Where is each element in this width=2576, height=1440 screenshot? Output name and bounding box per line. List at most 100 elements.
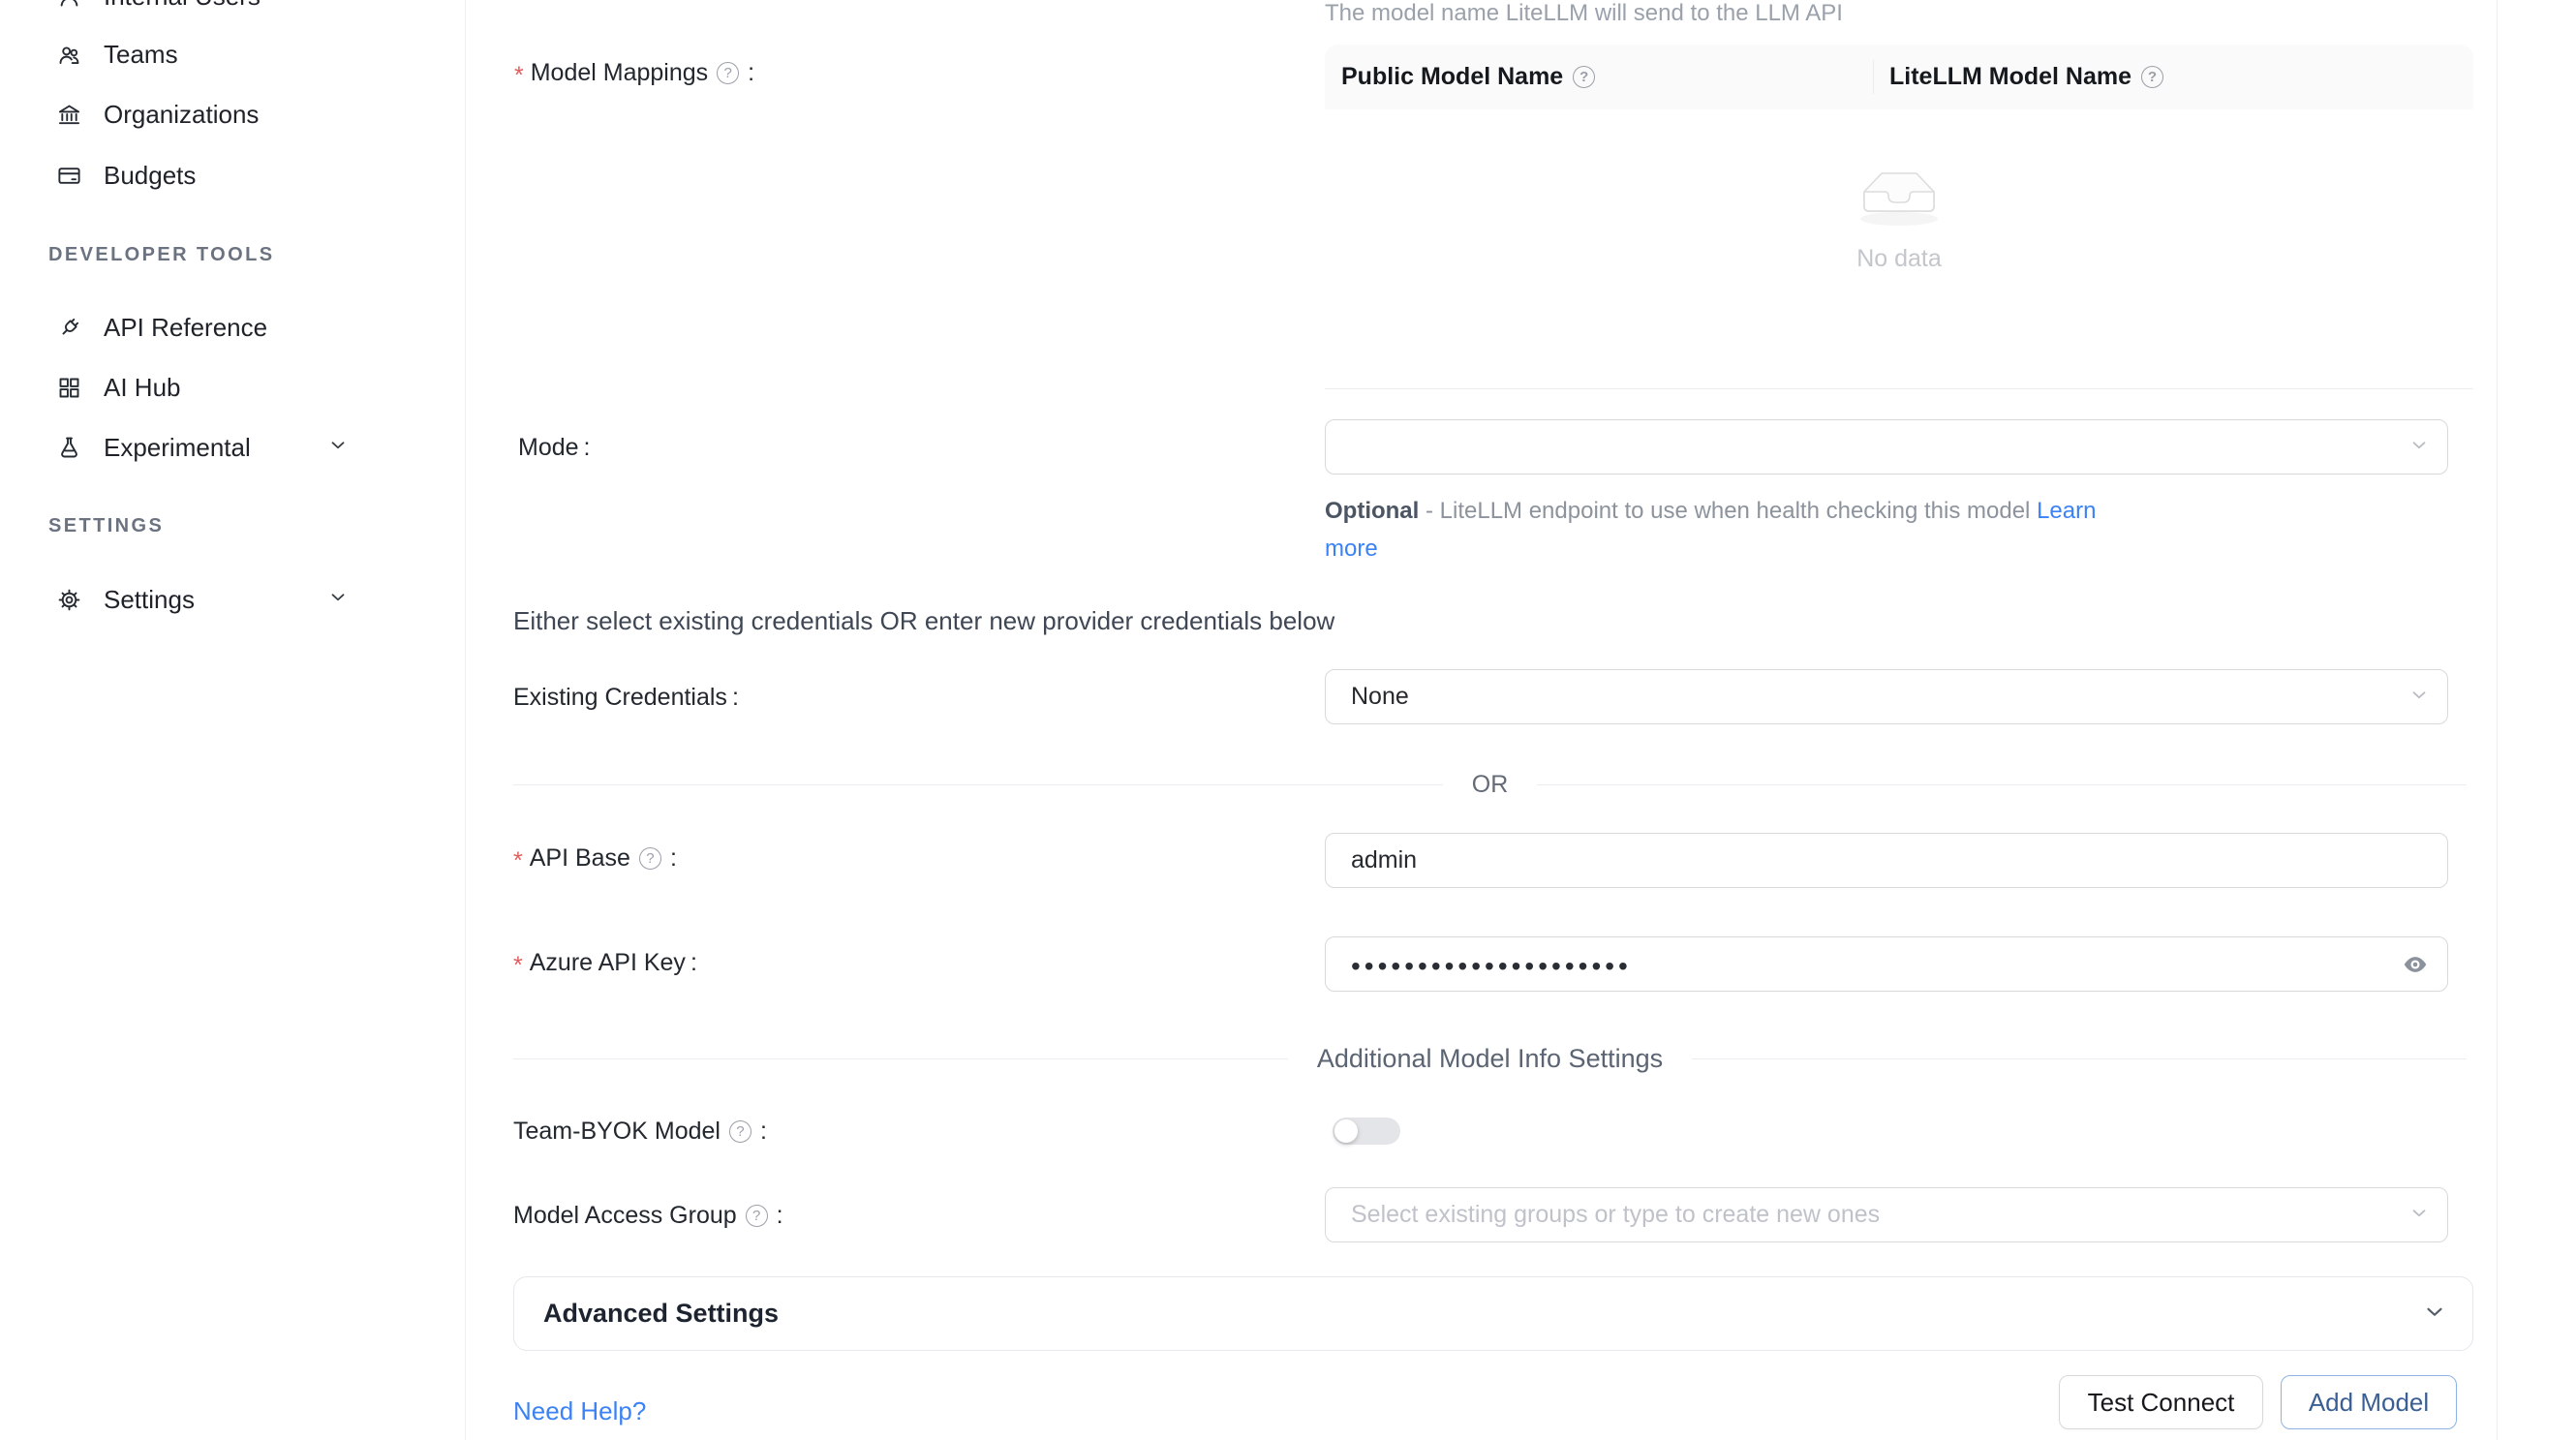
- no-data-text: No data: [1325, 245, 2473, 273]
- mode-label-text: Mode: [518, 434, 579, 462]
- mode-help-body: - LiteLLM endpoint to use when health ch…: [1419, 498, 2037, 524]
- column-header-public-model-name: Public Model Name: [1325, 63, 1873, 91]
- user-icon: [56, 0, 82, 10]
- table-header-row: Public Model Name LiteLLM Model Name: [1325, 45, 2473, 109]
- chevron-down-icon: [2408, 434, 2430, 460]
- sidebar-section-developer-tools: DEVELOPER TOOLS: [48, 244, 274, 266]
- sidebar-item-settings[interactable]: Settings: [0, 578, 466, 621]
- mode-help-text: Optional - LiteLLM endpoint to use when …: [1325, 492, 2114, 567]
- model-access-group-placeholder: Select existing groups or type to create…: [1351, 1201, 1880, 1229]
- additional-settings-divider: Additional Model Info Settings: [513, 1044, 2467, 1073]
- api-base-input[interactable]: admin: [1325, 833, 2448, 888]
- content-right-edge: [2497, 0, 2498, 1440]
- divider-line: [1537, 784, 2467, 785]
- help-circle-icon[interactable]: [717, 62, 739, 84]
- add-model-page: Internal Users Teams Organizations Budge…: [0, 0, 2576, 1440]
- team-byok-label: Team-BYOK Model :: [513, 1112, 767, 1150]
- sidebar-item-organizations[interactable]: Organizations: [0, 93, 466, 136]
- litellm-model-help-text: The model name LiteLLM will send to the …: [1325, 0, 1843, 27]
- chevron-down-icon: [2422, 1299, 2447, 1329]
- need-help-link[interactable]: Need Help?: [513, 1396, 646, 1426]
- model-mappings-label: * Model Mappings :: [514, 53, 754, 92]
- existing-credentials-label: Existing Credentials :: [513, 678, 739, 717]
- budgets-icon: [56, 163, 82, 189]
- api-base-label: * API Base :: [513, 839, 677, 877]
- label-colon: :: [732, 684, 739, 712]
- sidebar: Internal Users Teams Organizations Budge…: [0, 0, 466, 1440]
- column-header-litellm-model-name: LiteLLM Model Name: [1873, 63, 2167, 91]
- api-base-value: admin: [1351, 846, 1417, 874]
- label-colon: :: [777, 1202, 783, 1230]
- existing-credentials-select[interactable]: None: [1325, 669, 2448, 724]
- mode-label: Mode :: [518, 428, 591, 467]
- label-colon: :: [760, 1118, 767, 1146]
- label-colon: :: [690, 949, 697, 977]
- mode-help-bold: Optional: [1325, 498, 1419, 524]
- sidebar-item-budgets[interactable]: Budgets: [0, 154, 466, 197]
- column-header-label: LiteLLM Model Name: [1889, 63, 2131, 91]
- sidebar-section-settings: SETTINGS: [48, 515, 164, 537]
- divider-line: [513, 784, 1443, 785]
- sidebar-item-experimental[interactable]: Experimental: [0, 426, 466, 469]
- settings-gear-icon: [56, 587, 82, 613]
- team-byok-label-text: Team-BYOK Model: [513, 1118, 721, 1146]
- experimental-icon: [56, 435, 82, 461]
- existing-credentials-label-text: Existing Credentials: [513, 684, 727, 712]
- team-byok-toggle[interactable]: [1333, 1118, 1400, 1145]
- chevron-down-icon: [327, 587, 349, 613]
- sidebar-item-api-reference[interactable]: API Reference: [0, 306, 466, 349]
- label-colon: :: [670, 844, 677, 873]
- additional-settings-divider-text: Additional Model Info Settings: [1317, 1044, 1663, 1074]
- organizations-icon: [56, 102, 82, 128]
- label-colon: :: [584, 434, 591, 462]
- required-mark: *: [514, 62, 524, 90]
- divider-line: [513, 1058, 1288, 1059]
- help-circle-icon[interactable]: [639, 847, 661, 870]
- toggle-knob: [1334, 1119, 1358, 1143]
- chevron-down-icon: [2408, 1202, 2430, 1228]
- test-connect-button[interactable]: Test Connect: [2059, 1375, 2263, 1429]
- column-header-label: Public Model Name: [1341, 63, 1563, 91]
- model-mappings-table: Public Model Name LiteLLM Model Name No …: [1325, 45, 2473, 389]
- sidebar-item-label: Organizations: [104, 100, 259, 130]
- add-model-button[interactable]: Add Model: [2281, 1375, 2457, 1429]
- sidebar-item-label: API Reference: [104, 313, 267, 343]
- model-access-group-label: Model Access Group :: [513, 1196, 783, 1235]
- advanced-settings-title: Advanced Settings: [543, 1299, 779, 1329]
- required-mark: *: [513, 952, 523, 980]
- help-circle-icon[interactable]: [1573, 66, 1595, 88]
- sidebar-item-label: Experimental: [104, 433, 251, 463]
- chevron-down-icon: [327, 435, 349, 461]
- help-circle-icon[interactable]: [746, 1205, 768, 1227]
- sidebar-item-ai-hub[interactable]: AI Hub: [0, 366, 466, 409]
- sidebar-item-teams[interactable]: Teams: [0, 33, 466, 76]
- chevron-down-icon: [2408, 684, 2430, 710]
- azure-api-key-masked-value: •••••••••••••••••••••: [1351, 951, 1632, 982]
- model-access-group-select[interactable]: Select existing groups or type to create…: [1325, 1187, 2448, 1242]
- table-empty-state: No data: [1325, 161, 2473, 273]
- credentials-note: Either select existing credentials OR en…: [513, 606, 1334, 636]
- help-circle-icon[interactable]: [729, 1120, 751, 1143]
- azure-api-key-label-text: Azure API Key: [530, 949, 686, 977]
- eye-icon[interactable]: [2399, 952, 2432, 977]
- api-base-label-text: API Base: [530, 844, 630, 873]
- or-divider: OR: [513, 770, 2467, 799]
- required-mark: *: [513, 847, 523, 875]
- ai-hub-icon: [56, 375, 82, 401]
- or-divider-text: OR: [1472, 771, 1509, 799]
- api-reference-icon: [56, 315, 82, 341]
- azure-api-key-label: * Azure API Key :: [513, 943, 697, 982]
- azure-api-key-input[interactable]: •••••••••••••••••••••: [1325, 936, 2448, 992]
- sidebar-item-label: AI Hub: [104, 373, 181, 403]
- teams-icon: [56, 42, 82, 68]
- advanced-settings-panel[interactable]: Advanced Settings: [513, 1276, 2473, 1351]
- help-circle-icon[interactable]: [2141, 66, 2163, 88]
- divider-line: [1692, 1058, 2467, 1059]
- label-colon: :: [748, 59, 754, 87]
- sidebar-item-label: Settings: [104, 585, 195, 615]
- column-divider: [1873, 60, 1874, 94]
- mode-select[interactable]: [1325, 419, 2448, 475]
- sidebar-item-internal-users[interactable]: Internal Users: [0, 0, 466, 17]
- sidebar-item-label: Teams: [104, 40, 178, 70]
- empty-inbox-icon: [1851, 161, 1947, 229]
